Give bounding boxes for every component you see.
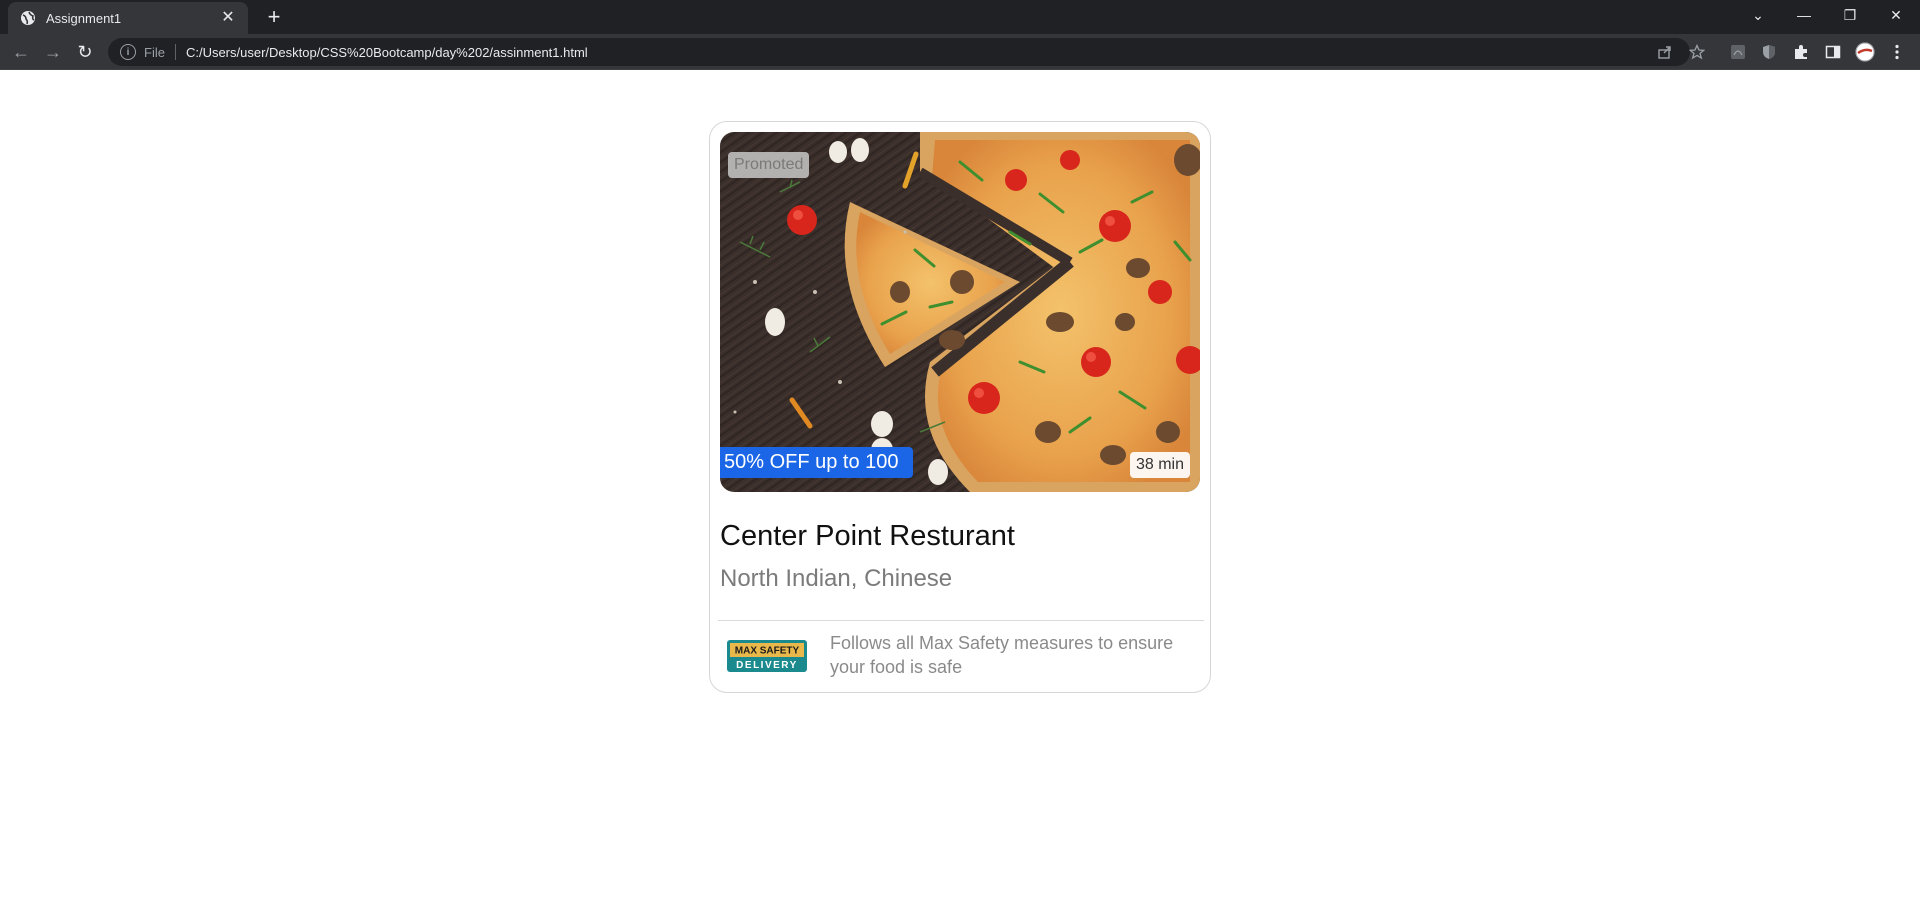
shield-extension-icon[interactable]: [1759, 42, 1779, 62]
delivery-time-badge: 38 min: [1129, 452, 1190, 478]
svg-text:DELIVERY: DELIVERY: [736, 660, 798, 671]
card-divider: [718, 620, 1204, 621]
share-icon[interactable]: [1655, 42, 1675, 62]
url-text[interactable]: C:/Users/user/Desktop/CSS%20Bootcamp/day…: [186, 45, 588, 60]
star-icon[interactable]: [1687, 42, 1707, 62]
info-icon[interactable]: i: [120, 44, 136, 60]
menu-icon[interactable]: [1887, 42, 1907, 62]
tab-title: Assignment1: [46, 10, 122, 26]
offer-badge: 50% OFF up to 100: [720, 447, 913, 478]
tab-assignment1[interactable]: Assignment1 ✕: [8, 2, 248, 34]
puzzle-extensions-icon[interactable]: [1791, 42, 1811, 62]
profile-avatar[interactable]: [1855, 42, 1875, 62]
close-window-button[interactable]: ✕: [1874, 0, 1918, 30]
tab-strip: Assignment1 ✕ + ⌄ — ❐ ✕: [0, 0, 1920, 34]
new-tab-button[interactable]: +: [262, 6, 286, 30]
browser-toolbar: ← → ↻ i File C:/Users/user/Desktop/CSS%2…: [0, 34, 1920, 70]
cuisine-list: North Indian, Chinese: [720, 565, 953, 592]
address-bar[interactable]: i File C:/Users/user/Desktop/CSS%20Bootc…: [108, 38, 1690, 66]
scheme-label: File: [144, 44, 165, 60]
promoted-badge: Promoted: [728, 152, 810, 178]
side-panel-icon[interactable]: [1823, 42, 1843, 62]
max-safety-logo: MAX SAFETY DELIVERY: [727, 640, 807, 672]
minimize-button[interactable]: —: [1782, 0, 1826, 30]
tab-search-icon[interactable]: ⌄: [1736, 0, 1780, 30]
pizza-image[interactable]: Promoted 50% OFF up to 100 38 min: [720, 132, 1200, 492]
pdf-extension-icon[interactable]: [1728, 42, 1748, 62]
forward-button[interactable]: →: [41, 40, 65, 64]
reload-button[interactable]: ↻: [73, 40, 97, 64]
omnibox-separator: [174, 44, 176, 60]
svg-text:MAX SAFETY: MAX SAFETY: [735, 646, 800, 657]
safety-description: Follows all Max Safety measures to ensur…: [830, 633, 1174, 677]
restaurant-card[interactable]: Promoted 50% OFF up to 100 38 min Center…: [709, 121, 1211, 693]
restore-button[interactable]: ❐: [1828, 0, 1872, 30]
back-button[interactable]: ←: [9, 40, 33, 64]
restaurant-name[interactable]: Center Point Resturant: [720, 520, 1015, 553]
tab-close-icon[interactable]: ✕: [220, 10, 236, 26]
globe-icon: [20, 10, 36, 26]
